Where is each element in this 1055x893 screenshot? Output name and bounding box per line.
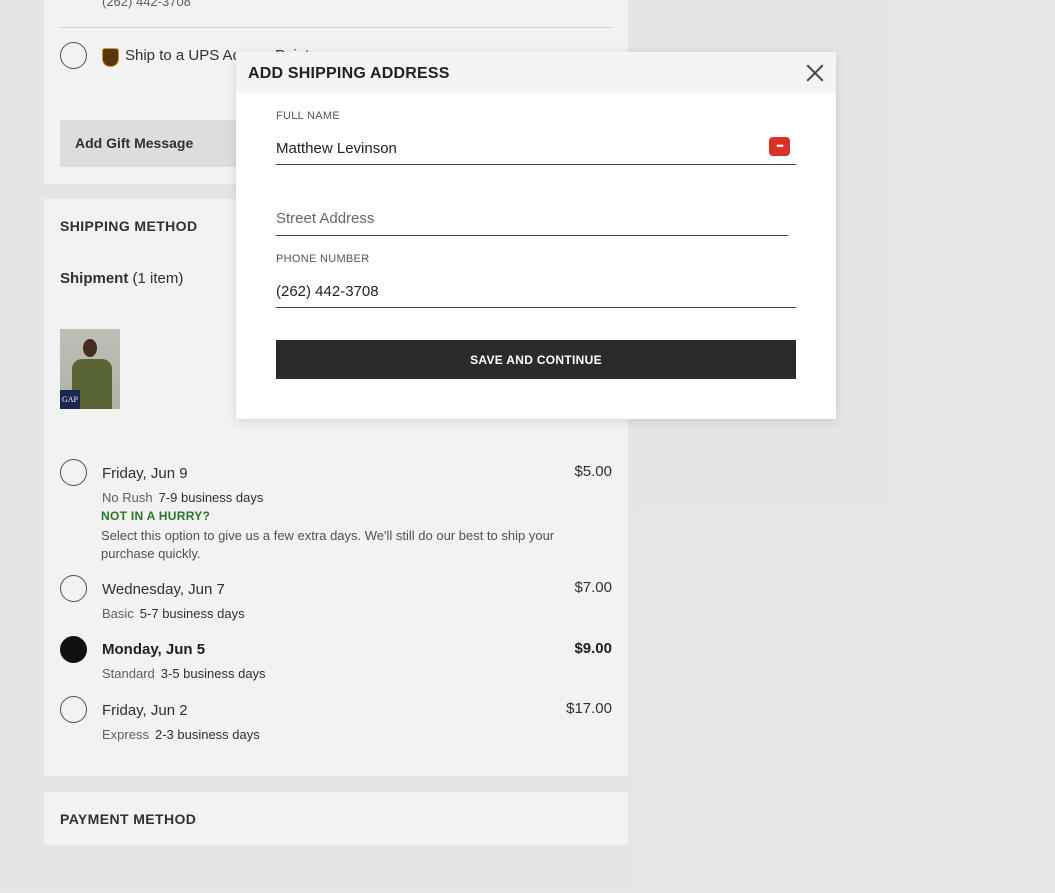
close-icon[interactable] (804, 62, 826, 84)
modal-title: ADD SHIPPING ADDRESS (248, 65, 450, 82)
save-and-continue-button[interactable]: SAVE AND CONTINUE (276, 340, 796, 379)
street-address-input[interactable] (276, 202, 788, 236)
add-shipping-address-modal: ADD SHIPPING ADDRESS FULL NAME ••• PHONE… (236, 52, 836, 419)
phone-number-label: PHONE NUMBER (276, 253, 370, 265)
password-manager-icon[interactable]: ••• (769, 137, 790, 156)
phone-number-input[interactable] (276, 275, 796, 308)
full-name-label: FULL NAME (276, 110, 341, 122)
modal-header: ADD SHIPPING ADDRESS (236, 52, 836, 93)
full-name-input[interactable] (276, 132, 796, 165)
